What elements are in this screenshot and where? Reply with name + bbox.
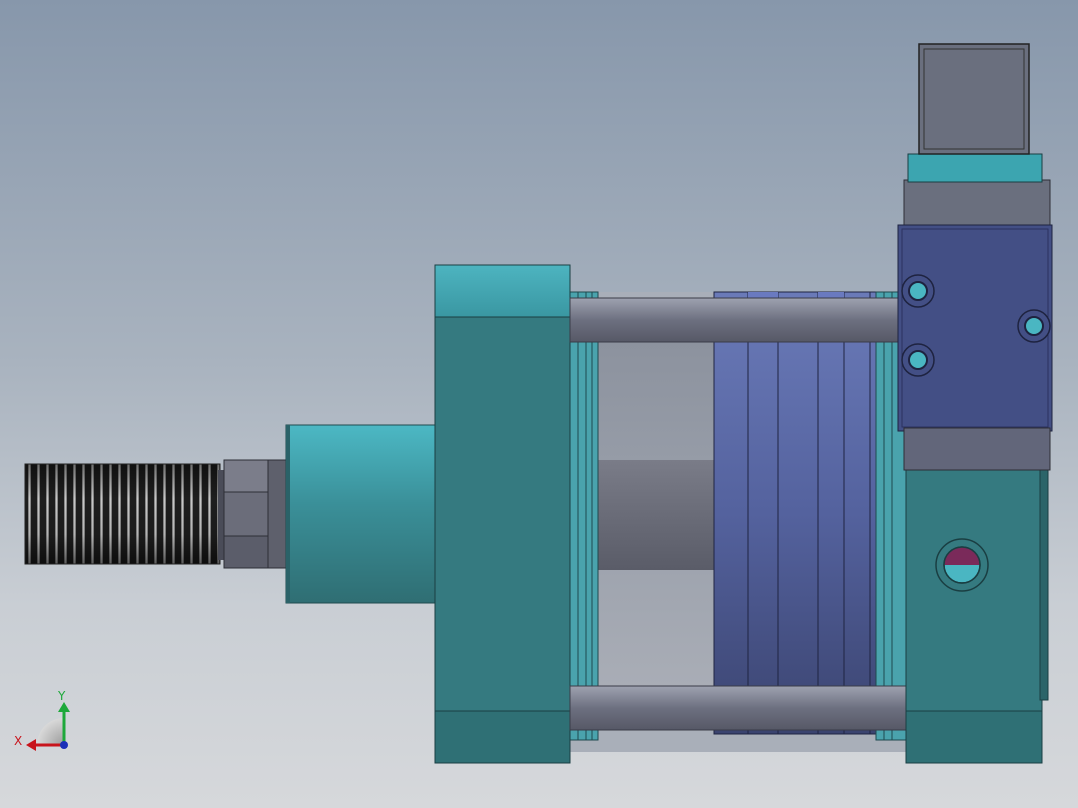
valve-screw-right — [1017, 309, 1051, 343]
rod-gland[interactable] — [285, 424, 437, 604]
triad-x-label: X — [14, 734, 22, 748]
tie-rod-bottom[interactable] — [569, 685, 911, 731]
model-view[interactable]: Y X — [0, 0, 1078, 808]
cylinder-barrel[interactable] — [713, 291, 883, 735]
hex-nut[interactable] — [218, 459, 289, 569]
solenoid-coil-connector[interactable] — [907, 43, 1043, 183]
air-port[interactable] — [935, 538, 989, 592]
tie-rod-top[interactable] — [569, 297, 911, 343]
valve-screw-middle — [901, 343, 935, 377]
cad-viewport[interactable]: Y X — [0, 0, 1078, 808]
coordinate-triad: Y X — [14, 689, 70, 751]
front-end-cap[interactable] — [434, 264, 571, 764]
triad-y-label: Y — [57, 689, 66, 703]
valve-screw-top — [901, 274, 935, 308]
piston-rod[interactable] — [596, 460, 714, 570]
threaded-rod-end[interactable] — [24, 463, 221, 565]
rear-end-cap[interactable] — [905, 459, 1049, 764]
